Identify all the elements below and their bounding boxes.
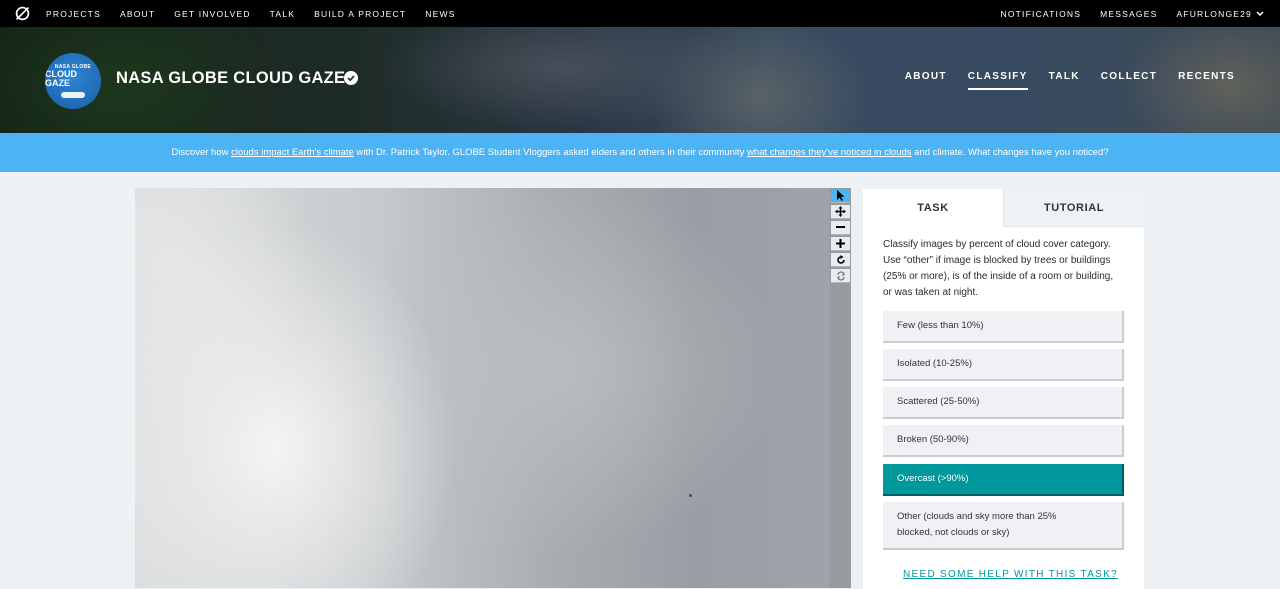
changes-noticed-link[interactable]: what changes they've noticed in clouds bbox=[747, 147, 911, 158]
nav-link-get-involved[interactable]: GET INVOLVED bbox=[174, 9, 250, 19]
nav-link-about[interactable]: ABOUT bbox=[120, 9, 155, 19]
project-nav-talk[interactable]: TALK bbox=[1049, 71, 1080, 90]
announcement-banner: Discover how clouds impact Earth's clima… bbox=[0, 133, 1280, 172]
answer-few[interactable]: Few (less than 10%) bbox=[883, 311, 1124, 343]
task-help-link[interactable]: NEED SOME HELP WITH THIS TASK? bbox=[903, 569, 1118, 580]
answer-broken[interactable]: Broken (50-90%) bbox=[883, 425, 1124, 457]
zoom-out-button[interactable] bbox=[831, 221, 850, 235]
subject-image[interactable] bbox=[135, 188, 831, 588]
project-nav-collect[interactable]: COLLECT bbox=[1101, 71, 1157, 90]
avatar-text-bottom: CLOUD GAZE bbox=[45, 69, 77, 88]
move-tool-button[interactable] bbox=[831, 205, 850, 219]
zoom-in-icon bbox=[836, 239, 845, 248]
project-header: NASA GLOBE CLOUD GAZE NASA GLOBE CLOUD G… bbox=[0, 27, 1280, 133]
answer-overcast[interactable]: Overcast (>90%) bbox=[883, 464, 1124, 496]
username: AFURLONGE29 bbox=[1176, 8, 1252, 19]
nav-link-news[interactable]: NEWS bbox=[425, 9, 455, 19]
messages-link[interactable]: MESSAGES bbox=[1100, 9, 1157, 19]
move-icon bbox=[835, 206, 846, 217]
announcement-text-2: with Dr. Patrick Taylor. GLOBE Student V… bbox=[353, 147, 748, 158]
project-nav-about[interactable]: ABOUT bbox=[905, 71, 947, 90]
zoom-in-button[interactable] bbox=[831, 237, 850, 251]
rotate-button[interactable] bbox=[831, 253, 850, 267]
zooniverse-logo-icon[interactable] bbox=[14, 5, 31, 22]
announcement-text-3: and climate. What changes have you notic… bbox=[911, 147, 1109, 158]
chevron-down-icon bbox=[1256, 10, 1264, 16]
task-panel: TASK TUTORIAL Classify images by percent… bbox=[863, 189, 1144, 589]
verified-badge-icon bbox=[344, 71, 358, 85]
nav-link-talk[interactable]: TALK bbox=[270, 9, 295, 19]
project-nav-classify[interactable]: CLASSIFY bbox=[967, 71, 1028, 90]
reset-button[interactable] bbox=[831, 269, 850, 283]
pointer-tool-button[interactable] bbox=[831, 189, 850, 203]
project-title[interactable]: NASA GLOBE CLOUD GAZE bbox=[116, 69, 345, 88]
image-speck bbox=[689, 494, 692, 497]
task-instructions: Classify images by percent of cloud cove… bbox=[883, 239, 1114, 298]
notifications-link[interactable]: NOTIFICATIONS bbox=[1001, 9, 1082, 19]
zoom-out-icon bbox=[836, 226, 845, 228]
project-navigation: ABOUT CLASSIFY TALK COLLECT RECENTS bbox=[884, 71, 1235, 90]
nav-link-projects[interactable]: PROJECTS bbox=[46, 9, 101, 19]
user-menu[interactable]: AFURLONGE29 bbox=[1176, 9, 1264, 19]
cloud-icon bbox=[61, 92, 85, 98]
tab-task[interactable]: TASK bbox=[863, 189, 1003, 227]
answer-other[interactable]: Other (clouds and sky more than 25% bloc… bbox=[883, 502, 1124, 550]
task-tabs: TASK TUTORIAL bbox=[863, 189, 1144, 227]
project-avatar[interactable]: NASA GLOBE CLOUD GAZE bbox=[45, 53, 101, 109]
answer-scattered[interactable]: Scattered (25-50%) bbox=[883, 387, 1124, 419]
project-nav-recents[interactable]: RECENTS bbox=[1178, 71, 1235, 90]
reset-icon bbox=[836, 270, 845, 281]
nav-link-build-a-project[interactable]: BUILD A PROJECT bbox=[314, 9, 406, 19]
top-navigation-bar: PROJECTS ABOUT GET INVOLVED TALK BUILD A… bbox=[0, 0, 1280, 27]
pointer-icon bbox=[837, 190, 845, 201]
clouds-impact-link[interactable]: clouds impact Earth's climate bbox=[231, 147, 354, 158]
tab-tutorial[interactable]: TUTORIAL bbox=[1003, 189, 1144, 227]
answer-isolated[interactable]: Isolated (10-25%) bbox=[883, 349, 1124, 381]
rotate-icon bbox=[836, 254, 845, 264]
announcement-text-1: Discover how bbox=[171, 147, 232, 158]
